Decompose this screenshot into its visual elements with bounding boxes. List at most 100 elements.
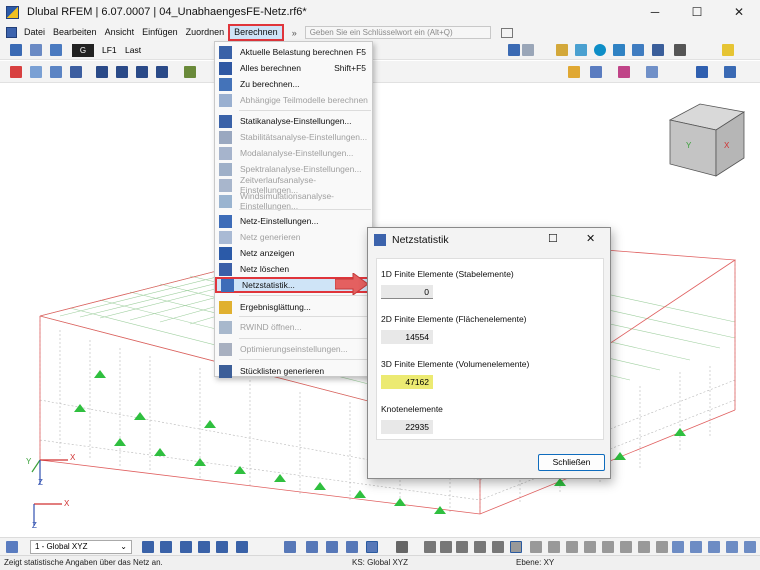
- snap-grid-icon[interactable]: [142, 541, 154, 553]
- grid-display-icon[interactable]: [672, 541, 684, 553]
- close-window-button[interactable]: ✕: [718, 0, 760, 24]
- print-icon[interactable]: [674, 44, 686, 56]
- view-box-icon[interactable]: [50, 66, 62, 78]
- coordinate-system-icon[interactable]: [6, 541, 18, 553]
- load-case-id[interactable]: LF1: [102, 45, 117, 55]
- view-z-icon[interactable]: [136, 66, 148, 78]
- app-menu-icon[interactable]: [6, 27, 17, 38]
- search-input[interactable]: Geben Sie ein Schlüsselwort ein (Alt+Q): [304, 26, 491, 39]
- menu-ansicht[interactable]: Ansicht: [101, 24, 139, 41]
- window-title: Dlubal RFEM | 6.07.0007 | 04_Unabhaenges…: [27, 6, 307, 18]
- display-grid-icon[interactable]: [508, 44, 520, 56]
- node-tool-icon[interactable]: [10, 44, 22, 56]
- view-cube-icon[interactable]: [70, 66, 82, 78]
- clipping-icon[interactable]: [726, 541, 738, 553]
- filter-icon[interactable]: [568, 66, 580, 78]
- menu-item-12[interactable]: Netz anzeigen: [215, 245, 372, 261]
- stat-2d-value: 14554: [381, 330, 433, 344]
- maximize-button[interactable]: ☐: [676, 0, 718, 24]
- axis-z-label: Z: [38, 478, 43, 487]
- selection-icon[interactable]: [722, 44, 734, 56]
- menu-item-icon: [219, 162, 232, 176]
- menu-item-5: Stabilitätsanalyse-Einstellungen...: [215, 129, 372, 145]
- dialog-close-icon[interactable]: ✕: [586, 232, 595, 245]
- extension-icon[interactable]: [620, 541, 632, 553]
- menu-overflow-button[interactable]: »: [292, 28, 297, 38]
- nearest-icon[interactable]: [656, 541, 668, 553]
- menu-item-3: Abhängige Teilmodelle berechnen: [215, 92, 372, 108]
- folder-icon[interactable]: [556, 44, 568, 56]
- section-icon[interactable]: [618, 66, 630, 78]
- minimize-button[interactable]: ─: [634, 0, 676, 24]
- polar-icon[interactable]: [584, 541, 596, 553]
- menu-item-1[interactable]: Alles berechnen Shift+F5: [215, 60, 372, 76]
- menu-item-10[interactable]: Netz-Einstellungen...: [215, 213, 372, 229]
- delete-icon[interactable]: [10, 66, 22, 78]
- circle-snap-icon[interactable]: [566, 541, 578, 553]
- view-cube: [668, 103, 746, 177]
- schliessen-button[interactable]: Schließen: [538, 454, 605, 471]
- view-3d-icon[interactable]: [30, 66, 42, 78]
- settings-icon[interactable]: [744, 541, 756, 553]
- table-icon[interactable]: [690, 541, 702, 553]
- tangent-icon[interactable]: [548, 541, 560, 553]
- search-options-icon[interactable]: [500, 27, 513, 38]
- snap-member-icon[interactable]: [180, 541, 192, 553]
- menu-einfuegen[interactable]: Einfügen: [138, 24, 182, 41]
- track-icon[interactable]: [602, 541, 614, 553]
- parallel-icon[interactable]: [638, 541, 650, 553]
- display-options-icon[interactable]: [646, 66, 658, 78]
- object-snap-icon[interactable]: [306, 541, 318, 553]
- snap-point-icon[interactable]: [236, 541, 248, 553]
- load-case-type-badge: G: [72, 44, 94, 57]
- render-icon[interactable]: [184, 66, 196, 78]
- save-icon[interactable]: [652, 44, 664, 56]
- menu-separator: [239, 316, 371, 317]
- snap-intersection-icon[interactable]: [474, 541, 486, 553]
- menu-item-icon: [219, 246, 232, 260]
- view-minus-x-icon[interactable]: [156, 66, 168, 78]
- load-case-name[interactable]: Last: [125, 45, 141, 55]
- snap-perpendicular-icon[interactable]: [492, 541, 504, 553]
- menu-zuordnen[interactable]: Zuordnen: [182, 24, 229, 41]
- member-tool-icon[interactable]: [30, 44, 42, 56]
- layers-icon[interactable]: [708, 541, 720, 553]
- surface-tool-icon[interactable]: [50, 44, 62, 56]
- refresh-icon[interactable]: [575, 44, 587, 56]
- magnet-icon[interactable]: [424, 541, 436, 553]
- dimension-icon[interactable]: [396, 541, 408, 553]
- menu-item-label: Aktuelle Belastung berechnen: [240, 47, 353, 57]
- visibility-icon[interactable]: [590, 66, 602, 78]
- angle-icon[interactable]: [530, 541, 542, 553]
- menu-item-label: Netz-Einstellungen...: [240, 216, 319, 226]
- menu-item-2[interactable]: Zu berechnen...: [215, 76, 372, 92]
- dialog-maximize-button[interactable]: ☐: [548, 232, 558, 245]
- results-icon[interactable]: [522, 44, 534, 56]
- snap-center-icon[interactable]: [456, 541, 468, 553]
- dxf-icon[interactable]: [346, 541, 358, 553]
- menu-item-0[interactable]: Aktuelle Belastung berechnen F5: [215, 44, 372, 60]
- snap-node-icon[interactable]: [160, 541, 172, 553]
- model-snap-icon[interactable]: [366, 541, 378, 553]
- coordinate-system-select[interactable]: 1 - Global XYZ ⌄: [30, 540, 132, 554]
- pin-icon[interactable]: [724, 66, 736, 78]
- funnel-icon[interactable]: [696, 66, 708, 78]
- ortho-icon[interactable]: [510, 541, 522, 553]
- app-window: Dlubal RFEM | 6.07.0007 | 04_Unabhaenges…: [0, 0, 760, 570]
- view-y-icon[interactable]: [116, 66, 128, 78]
- snap-line-icon[interactable]: [216, 541, 228, 553]
- menu-item-4[interactable]: Statikanalyse-Einstellungen...: [215, 113, 372, 129]
- view-x-icon[interactable]: [96, 66, 108, 78]
- model-check-icon[interactable]: [613, 44, 625, 56]
- guide-line-icon[interactable]: [326, 541, 338, 553]
- menu-datei[interactable]: Datei: [20, 24, 49, 41]
- menu-item-15[interactable]: Ergebnisglättung...: [215, 299, 372, 315]
- menu-item-18[interactable]: Stücklisten generieren: [215, 363, 372, 379]
- snap-midpoint-icon[interactable]: [440, 541, 452, 553]
- menu-berechnen[interactable]: Berechnen: [228, 24, 284, 41]
- tools-icon[interactable]: [632, 44, 644, 56]
- grid-icon[interactable]: [284, 541, 296, 553]
- dlubal-center-icon[interactable]: [594, 44, 606, 56]
- menu-bearbeiten[interactable]: Bearbeiten: [49, 24, 101, 41]
- snap-surface-icon[interactable]: [198, 541, 210, 553]
